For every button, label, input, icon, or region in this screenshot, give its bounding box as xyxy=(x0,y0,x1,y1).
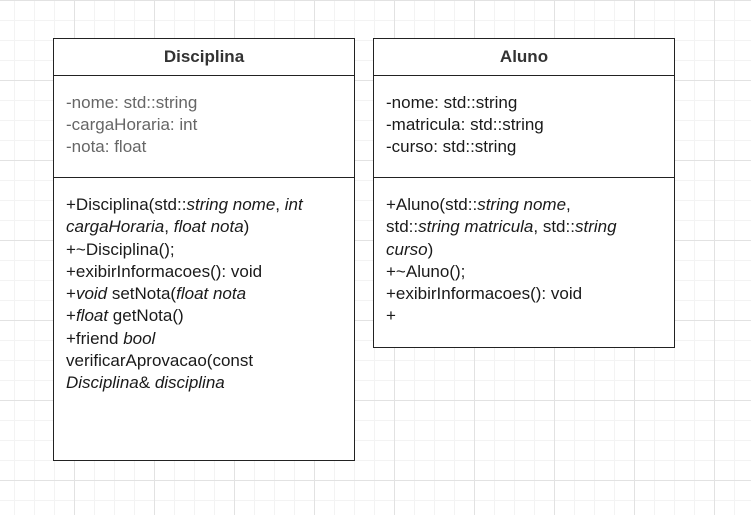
text: bool xyxy=(123,328,156,348)
text: string nome xyxy=(477,195,567,214)
class-aluno-methods[interactable]: +Aluno(std::string nome, std::string mat… xyxy=(374,178,674,328)
text: string matricula xyxy=(418,217,534,237)
attribute-carga-horaria[interactable]: -cargaHoraria: int xyxy=(66,114,342,136)
text: int xyxy=(284,195,303,214)
class-aluno-attributes[interactable]: -nome: std::string -matricula: std::stri… xyxy=(374,76,674,178)
method-destructor[interactable]: +~Aluno(); xyxy=(386,261,662,283)
method-constructor-line2[interactable]: cargaHoraria, float nota) xyxy=(66,216,342,238)
text: Disciplina xyxy=(66,373,139,393)
text: & xyxy=(138,373,155,393)
text: disciplina xyxy=(154,373,225,393)
method-exibir-informacoes[interactable]: +exibirInformacoes(): void xyxy=(66,261,342,283)
text: , xyxy=(275,195,285,214)
attribute-matricula[interactable]: -matricula: std::string xyxy=(386,114,662,136)
text: string nome xyxy=(186,195,276,214)
text: curso xyxy=(386,239,428,259)
text: +Disciplina(std:: xyxy=(66,195,187,214)
attribute-nota[interactable]: -nota: float xyxy=(66,136,342,158)
class-disciplina[interactable]: Disciplina -nome: std::string -cargaHora… xyxy=(53,38,355,461)
attribute-nome[interactable]: -nome: std::string xyxy=(66,92,342,114)
method-placeholder[interactable]: + xyxy=(386,305,662,327)
class-aluno[interactable]: Aluno -nome: std::string -matricula: std… xyxy=(373,38,675,348)
text: , std:: xyxy=(533,217,575,237)
text: + xyxy=(66,306,76,326)
class-aluno-name[interactable]: Aluno xyxy=(374,39,674,76)
method-friend-line1[interactable]: +friend bool xyxy=(66,328,342,350)
attribute-curso[interactable]: -curso: std::string xyxy=(386,136,662,158)
text: setNota( xyxy=(107,284,177,304)
text: + xyxy=(66,284,76,304)
method-get-nota[interactable]: +float getNota() xyxy=(66,305,342,327)
text: ) xyxy=(427,239,434,259)
text: float xyxy=(75,306,109,326)
method-friend-line3[interactable]: Disciplina& disciplina xyxy=(66,372,342,394)
text: std:: xyxy=(386,217,419,237)
method-constructor-line2[interactable]: std::string matricula, std::string xyxy=(386,216,662,238)
text: +friend xyxy=(66,328,124,348)
text: ) xyxy=(243,217,250,237)
class-disciplina-methods[interactable]: +Disciplina(std::string nome, int cargaH… xyxy=(54,178,354,395)
text: getNota() xyxy=(108,306,184,326)
text: string xyxy=(574,217,617,237)
method-constructor-line1[interactable]: +Disciplina(std::string nome, int xyxy=(66,194,342,216)
attribute-nome[interactable]: -nome: std::string xyxy=(386,92,662,114)
class-disciplina-name[interactable]: Disciplina xyxy=(54,39,354,76)
method-destructor[interactable]: +~Disciplina(); xyxy=(66,239,342,261)
text: void xyxy=(75,284,108,304)
text: float nota xyxy=(173,217,244,237)
text: cargaHoraria xyxy=(66,217,165,237)
class-disciplina-attributes[interactable]: -nome: std::string -cargaHoraria: int -n… xyxy=(54,76,354,178)
text: float nota xyxy=(176,284,247,304)
text: , xyxy=(164,217,174,237)
method-set-nota[interactable]: +void setNota(float nota xyxy=(66,283,342,305)
text: , xyxy=(566,195,571,214)
text: +Aluno(std:: xyxy=(386,195,478,214)
method-constructor-line1[interactable]: +Aluno(std::string nome, xyxy=(386,194,662,216)
method-constructor-line3[interactable]: curso) xyxy=(386,239,662,261)
method-friend-line2[interactable]: verificarAprovacao(const xyxy=(66,350,342,372)
method-exibir-informacoes[interactable]: +exibirInformacoes(): void xyxy=(386,283,662,305)
